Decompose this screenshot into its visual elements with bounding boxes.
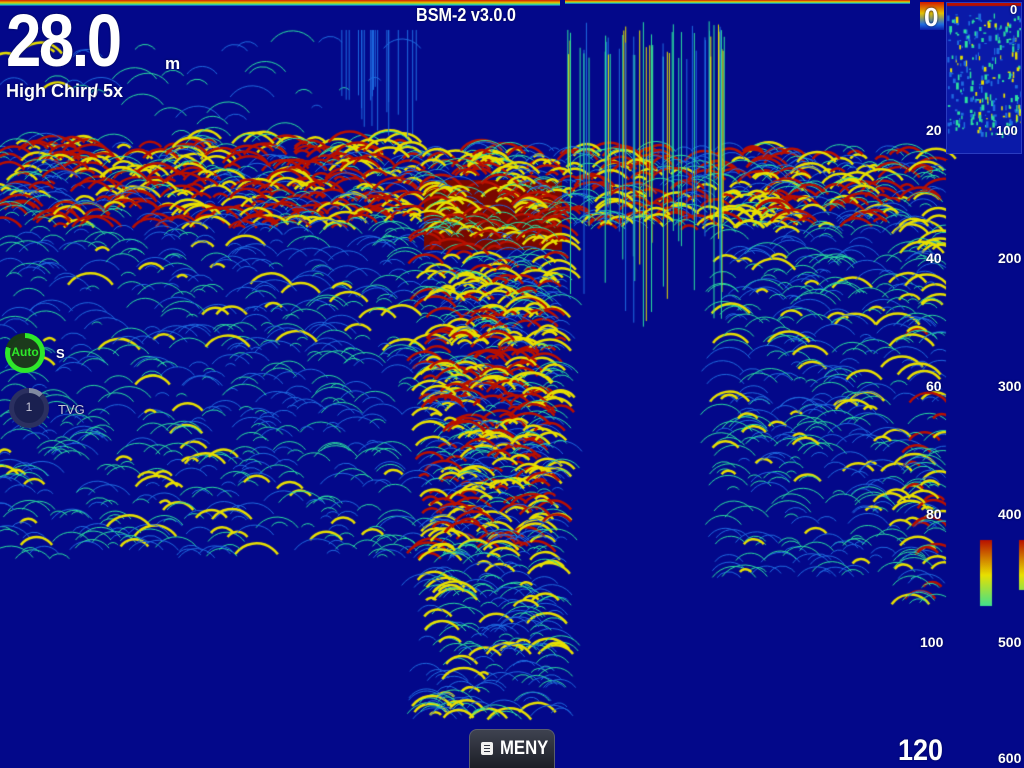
range-scale-label: 200 (998, 250, 1022, 266)
sensitivity-dial[interactable]: Auto (5, 333, 45, 373)
frequency-mode: High Chirp (6, 81, 98, 101)
sonar-screen: 28.0 m High Chirp / 5x BSM-2 v3.0.0 0 20… (0, 0, 1024, 768)
menu-button[interactable]: MENY (469, 729, 555, 768)
depth-readout: 28.0 (6, 0, 122, 82)
depth-scale-label: 40 (926, 250, 942, 266)
depth-scale-label: 20 (926, 122, 942, 138)
range-scale-label: 300 (998, 378, 1022, 394)
depth-scale-label: 60 (926, 378, 942, 394)
depth-scale-label: 80 (926, 506, 942, 522)
sensitivity-label: S (56, 346, 65, 361)
depth-unit: m (165, 54, 181, 73)
range-start-label: 0 (924, 2, 939, 32)
range-scale-label: 600 (998, 750, 1022, 766)
overview-top-label: 0 (1010, 2, 1018, 17)
zoom-level: / 5x (93, 81, 124, 101)
range-scale-label: 400 (998, 506, 1022, 522)
tvg-value: 1 (25, 400, 33, 414)
echogram-view[interactable] (0, 0, 1024, 768)
tvg-dial[interactable]: 1 (9, 388, 49, 428)
depth-scale-label: 100 (920, 634, 944, 650)
menu-label: MENY (500, 738, 549, 759)
range-scale-label: 500 (998, 634, 1022, 650)
auto-mode-label: Auto (11, 345, 39, 359)
tvg-label: TVG (58, 402, 85, 417)
app-title: BSM-2 v3.0.0 (416, 5, 516, 25)
surface-band-right (565, 0, 910, 4)
overview-bottom-label: 100 (996, 123, 1018, 138)
menu-list-icon (481, 742, 493, 755)
range-end-label: 120 (898, 734, 944, 767)
